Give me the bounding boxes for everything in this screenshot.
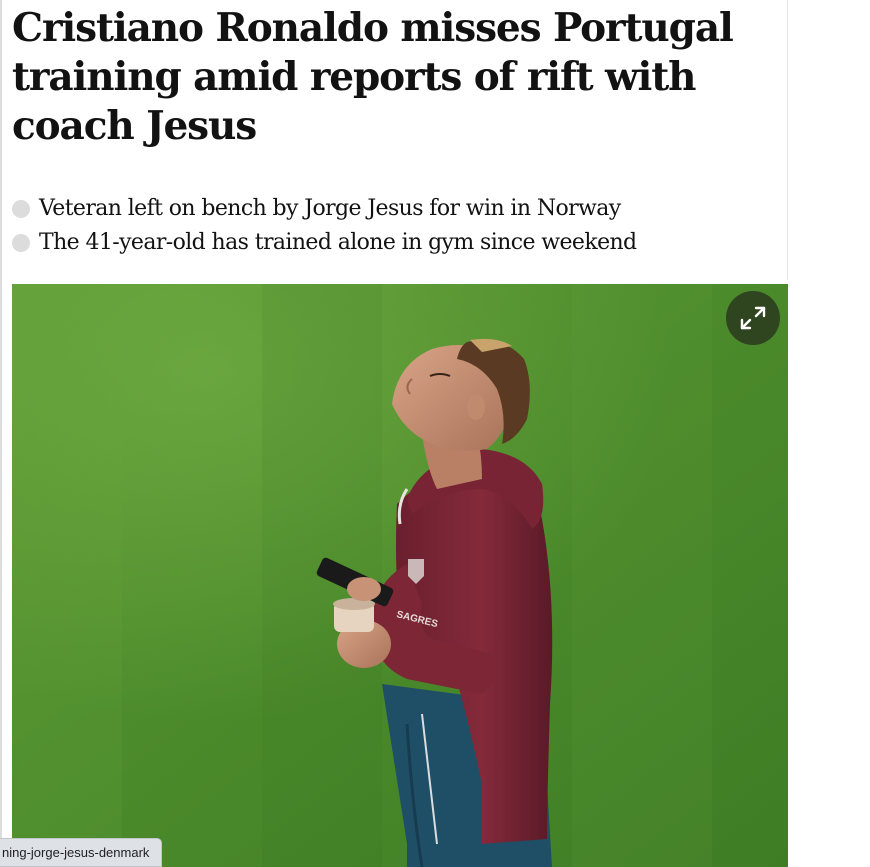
expand-image-button[interactable] (726, 291, 780, 345)
article-headline: Cristiano Ronaldo misses Portugal traini… (12, 5, 734, 149)
content-right-border (787, 0, 788, 280)
main-photo: SAGRES (12, 284, 788, 867)
photo-illustration: SAGRES (12, 284, 788, 867)
page-left-border (0, 0, 2, 867)
standfirst-item: The 41-year-old has trained alone in gym… (12, 226, 782, 260)
status-bar-url: ning-jorge-jesus-denmark (0, 838, 163, 867)
standfirst-item: Veteran left on bench by Jorge Jesus for… (12, 192, 782, 226)
standfirst-text: The 41-year-old has trained alone in gym… (39, 230, 637, 255)
expand-arrows-icon (740, 306, 766, 330)
article-standfirst: Veteran left on bench by Jorge Jesus for… (12, 192, 782, 260)
standfirst-text: Veteran left on bench by Jorge Jesus for… (39, 196, 621, 221)
bullet-dot (12, 200, 30, 218)
bullet-dot (12, 234, 30, 252)
